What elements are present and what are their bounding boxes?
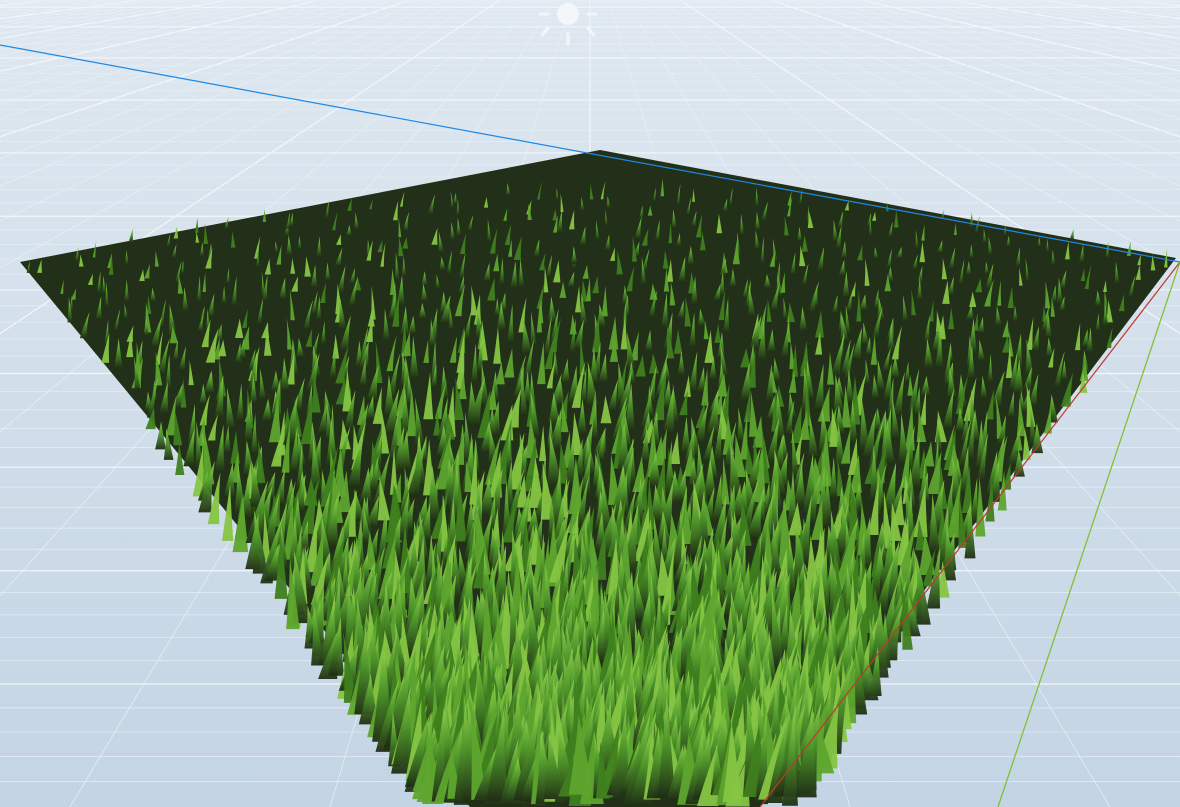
scene-canvas[interactable] xyxy=(0,0,1180,807)
3d-viewport[interactable] xyxy=(0,0,1180,807)
sun-light-icon[interactable] xyxy=(534,0,602,48)
